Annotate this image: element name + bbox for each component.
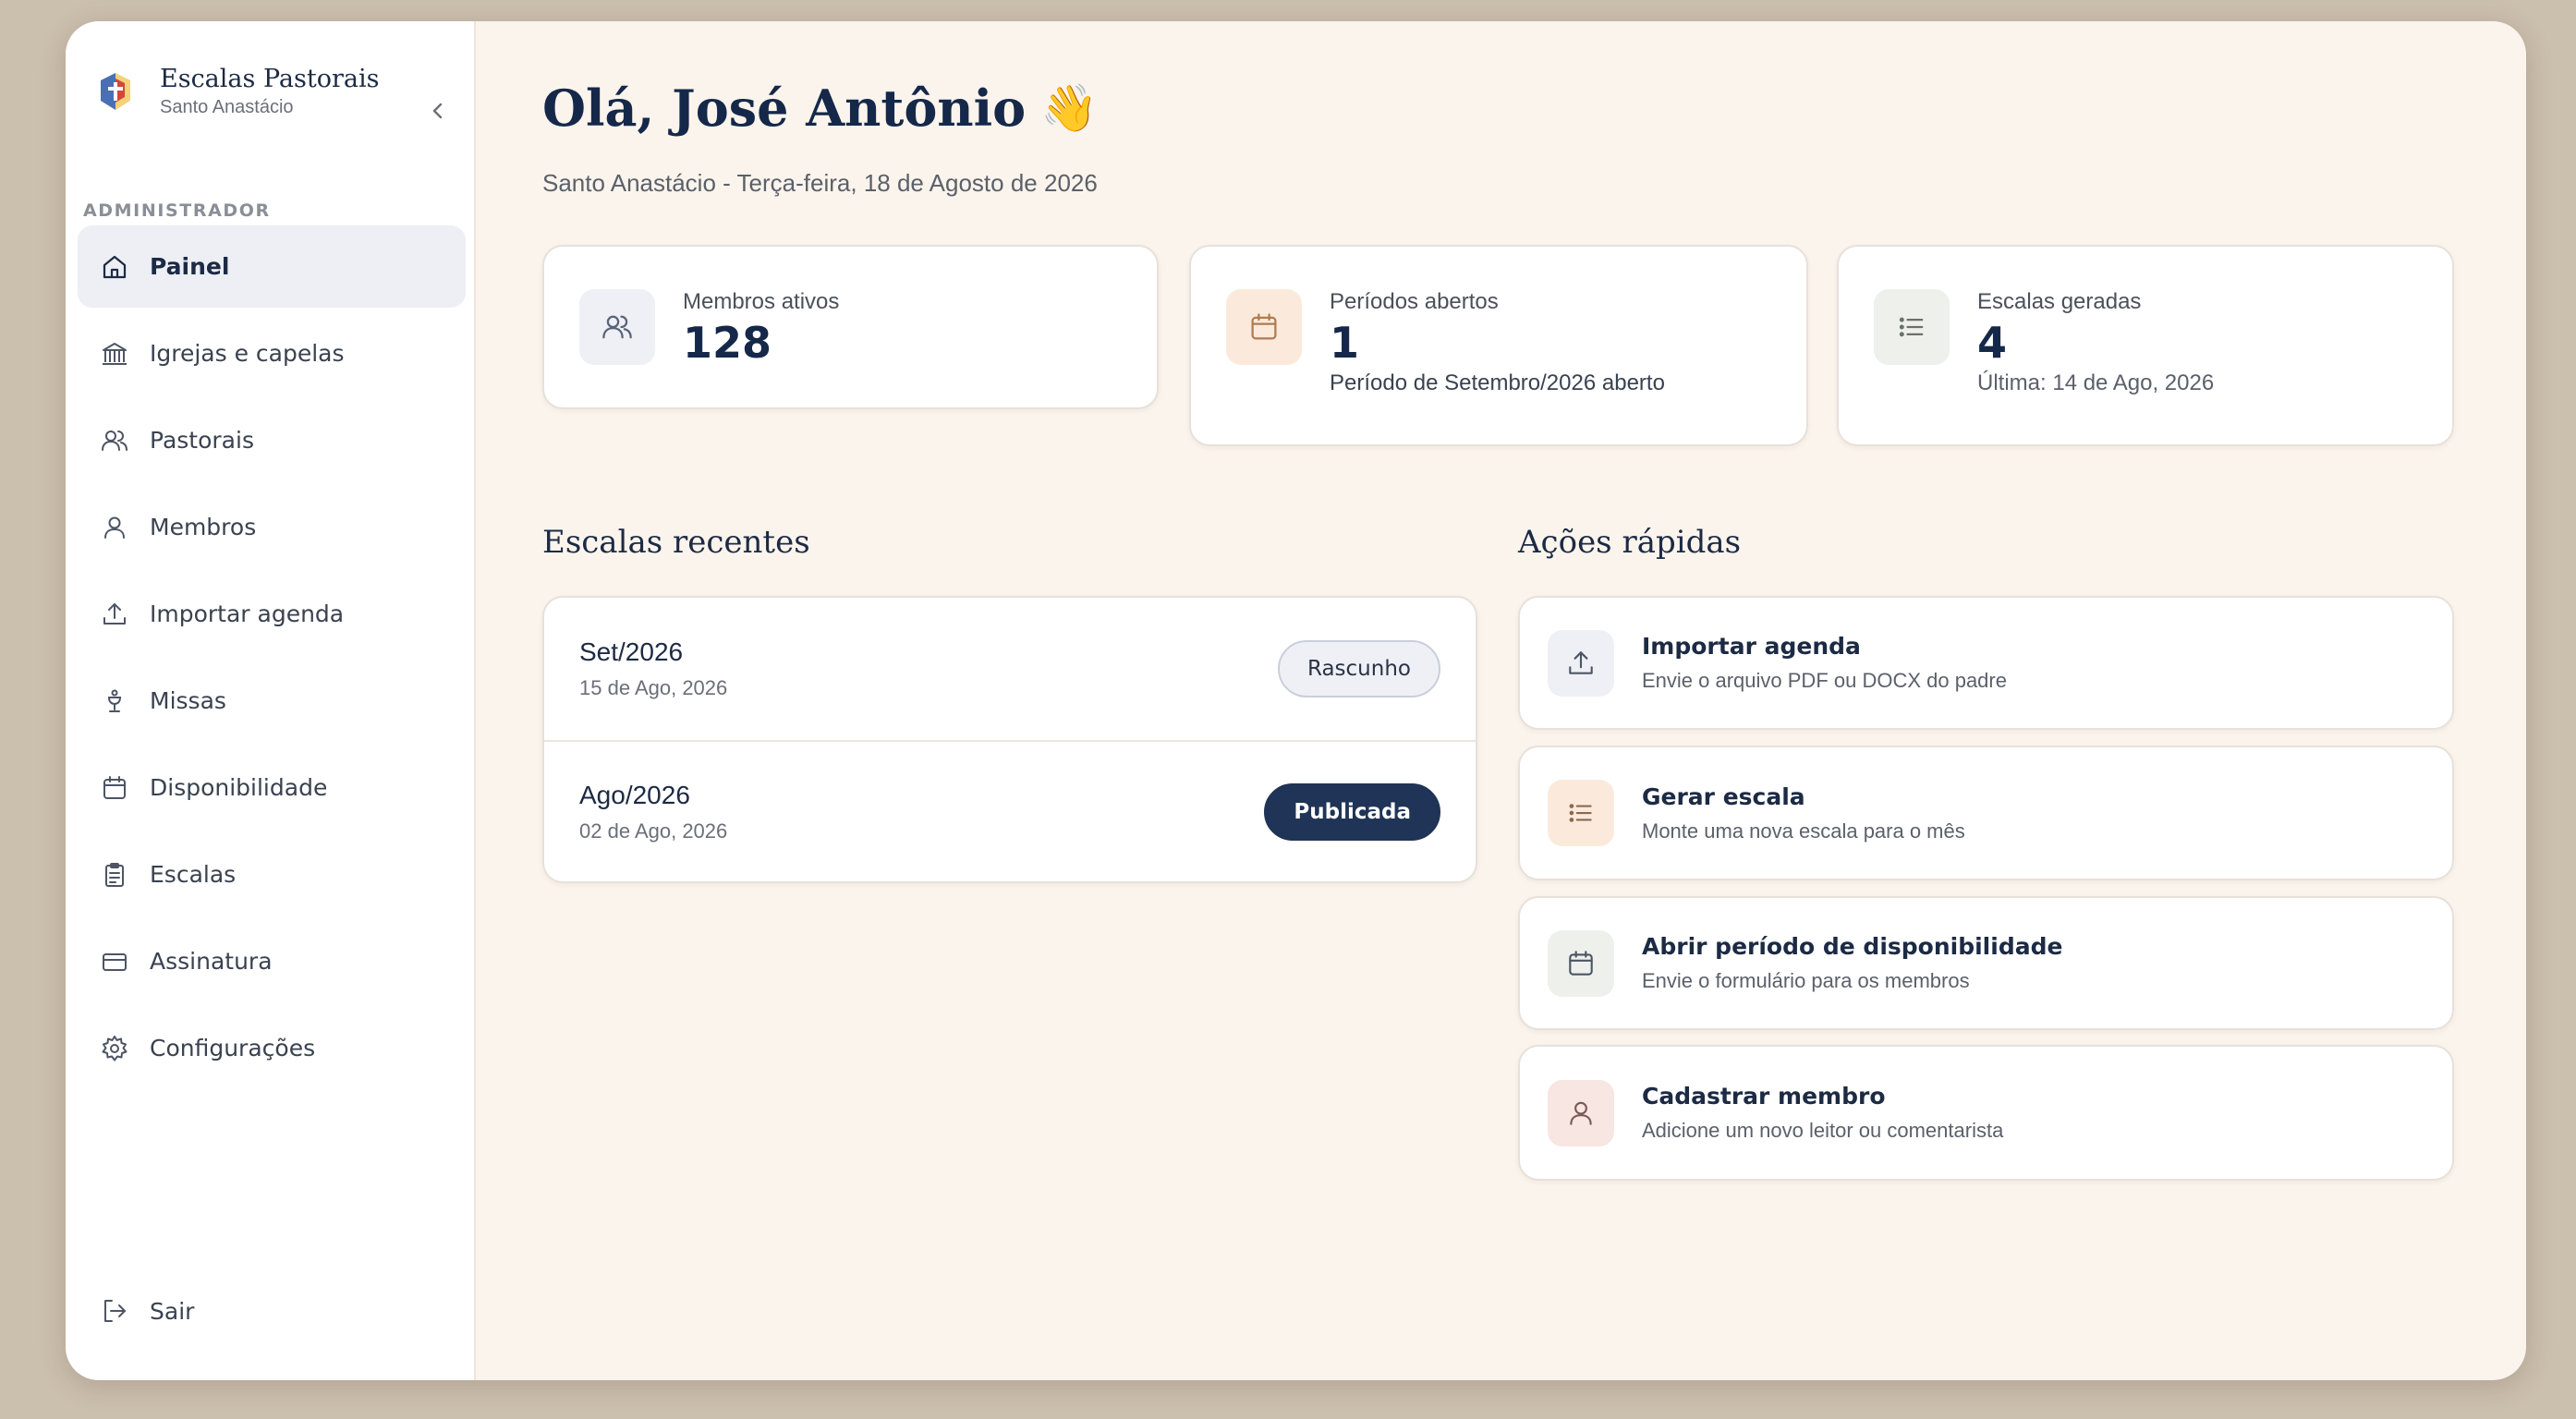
page-subtitle: Santo Anastácio - Terça-feira, 18 de Ago… [542,169,1098,197]
sidebar-item-label: Disponibilidade [150,774,328,801]
sidebar-item-importar[interactable]: Importar agenda [78,573,466,655]
action-importar-agenda[interactable]: Importar agenda Envie o arquivo PDF ou D… [1518,596,2454,730]
stat-icon-box [579,289,655,365]
list-icon [1899,317,1924,337]
stat-card-periodos[interactable]: Períodos abertos 1 Período de Setembro/2… [1189,245,1808,446]
calendar-icon [103,775,126,799]
collapse-sidebar-icon[interactable] [426,97,450,125]
action-description: Monte uma nova escala para o mês [1642,819,1965,843]
action-title: Gerar escala [1642,782,1805,810]
recent-section-title: Escalas recentes [542,524,810,561]
list-icon [1569,804,1592,822]
action-abrir-periodo[interactable]: Abrir período de disponibilidade Envie o… [1518,896,2454,1030]
sidebar-section-label: ADMINISTRADOR [83,200,271,221]
calendar-icon [1251,313,1277,340]
sidebar-item-disponibilidade[interactable]: Disponibilidade [78,746,466,829]
sidebar-item-label: Assinatura [150,948,273,975]
sidebar-item-pastorais[interactable]: Pastorais [78,399,466,481]
greeting-text: Olá, José Antônio [542,79,1027,138]
user-icon [104,516,125,539]
calendar-icon [1569,950,1593,976]
action-icon-box [1548,929,1614,997]
list-item[interactable]: Ago/2026 02 de Ago, 2026 Publicada [544,740,1476,882]
stat-value: 1 [1330,318,1360,368]
main-content: Olá, José Antônio 👋 Santo Anastácio - Te… [476,21,2526,1380]
action-gerar-escala[interactable]: Gerar escala Monte uma nova escala para … [1518,746,2454,880]
stat-label: Escalas geradas [1977,289,2142,314]
sidebar-item-painel[interactable]: Painel [78,225,466,308]
sidebar-item-label: Igrejas e capelas [150,340,345,367]
home-icon [103,255,127,278]
users-icon [602,315,632,339]
user-icon [1570,1101,1592,1125]
sidebar-item-label: Pastorais [150,427,254,454]
logout-button[interactable]: Sair [100,1296,194,1326]
sidebar-item-assinatura[interactable]: Assinatura [78,920,466,1002]
stat-card-escalas[interactable]: Escalas geradas 4 Última: 14 de Ago, 202… [1837,245,2454,446]
recent-item-title: Set/2026 [579,637,684,666]
stat-icon-box [1874,289,1950,365]
logout-label: Sair [150,1297,195,1325]
waving-hand-icon: 👋 [1040,80,1099,135]
sidebar-item-missas[interactable]: Missas [78,660,466,742]
sidebar-nav: Painel Igrejas e capelas Pastorais Membr… [78,225,466,1094]
page-title: Olá, José Antônio 👋 [542,79,1098,138]
action-title: Cadastrar membro [1642,1083,1886,1110]
logout-icon [104,1300,126,1322]
sidebar-item-configuracoes[interactable]: Configurações [78,1007,466,1089]
action-title: Importar agenda [1642,633,1861,660]
action-description: Envie o arquivo PDF ou DOCX do padre [1642,669,2007,692]
action-description: Adicione um novo leitor ou comentarista [1642,1119,2004,1142]
action-description: Envie o formulário para os membros [1642,969,1970,992]
list-item[interactable]: Set/2026 15 de Ago, 2026 Rascunho [544,598,1476,740]
sidebar-item-label: Membros [150,514,257,540]
action-icon-box [1548,1079,1614,1146]
stat-note: Período de Setembro/2026 aberto [1330,370,1665,395]
sidebar-item-label: Painel [150,253,230,280]
stat-value: 128 [683,318,772,368]
recent-item-date: 15 de Ago, 2026 [579,676,728,699]
sidebar-item-label: Configurações [150,1035,316,1061]
action-icon-box [1548,780,1614,846]
church-icon [103,342,127,365]
action-title: Abrir período de disponibilidade [1642,933,2063,960]
sidebar-item-membros[interactable]: Membros [78,486,466,568]
parish-logo-icon [101,73,130,110]
status-badge[interactable]: Publicada [1264,783,1440,841]
recent-item-title: Ago/2026 [579,781,690,809]
sidebar-item-igrejas[interactable]: Igrejas e capelas [78,312,466,394]
sidebar-item-escalas[interactable]: Escalas [78,833,466,916]
app-window: Escalas Pastorais Santo Anastácio ADMINI… [66,21,2526,1380]
actions-section-title: Ações rápidas [1518,524,1742,561]
chalice-icon [107,689,122,712]
stat-note: Última: 14 de Ago, 2026 [1977,370,2215,395]
sidebar-item-label: Escalas [150,861,237,888]
stat-label: Membros ativos [683,289,840,314]
stat-label: Períodos abertos [1330,289,1499,314]
status-badge[interactable]: Rascunho [1277,640,1440,697]
sidebar-item-label: Importar agenda [150,600,345,627]
recent-list: Set/2026 15 de Ago, 2026 Rascunho Ago/20… [542,596,1477,883]
users-icon [102,430,128,451]
recent-item-date: 02 de Ago, 2026 [579,819,728,843]
brand[interactable]: Escalas Pastorais Santo Anastácio [93,64,379,119]
credit-card-icon [103,952,127,971]
action-icon-box [1548,629,1614,697]
gear-icon [102,1035,128,1061]
stat-icon-box [1226,289,1302,365]
upload-icon [1569,650,1593,674]
sidebar-item-label: Missas [150,687,226,714]
upload-icon [103,602,126,625]
brand-title: Escalas Pastorais [160,65,380,93]
sidebar: Escalas Pastorais Santo Anastácio ADMINI… [66,21,476,1380]
brand-subtitle: Santo Anastácio [160,97,294,117]
clipboard-icon [105,862,124,887]
stat-value: 4 [1977,318,2008,368]
stat-card-membros[interactable]: Membros ativos 128 [542,245,1159,409]
action-cadastrar-membro[interactable]: Cadastrar membro Adicione um novo leitor… [1518,1045,2454,1181]
